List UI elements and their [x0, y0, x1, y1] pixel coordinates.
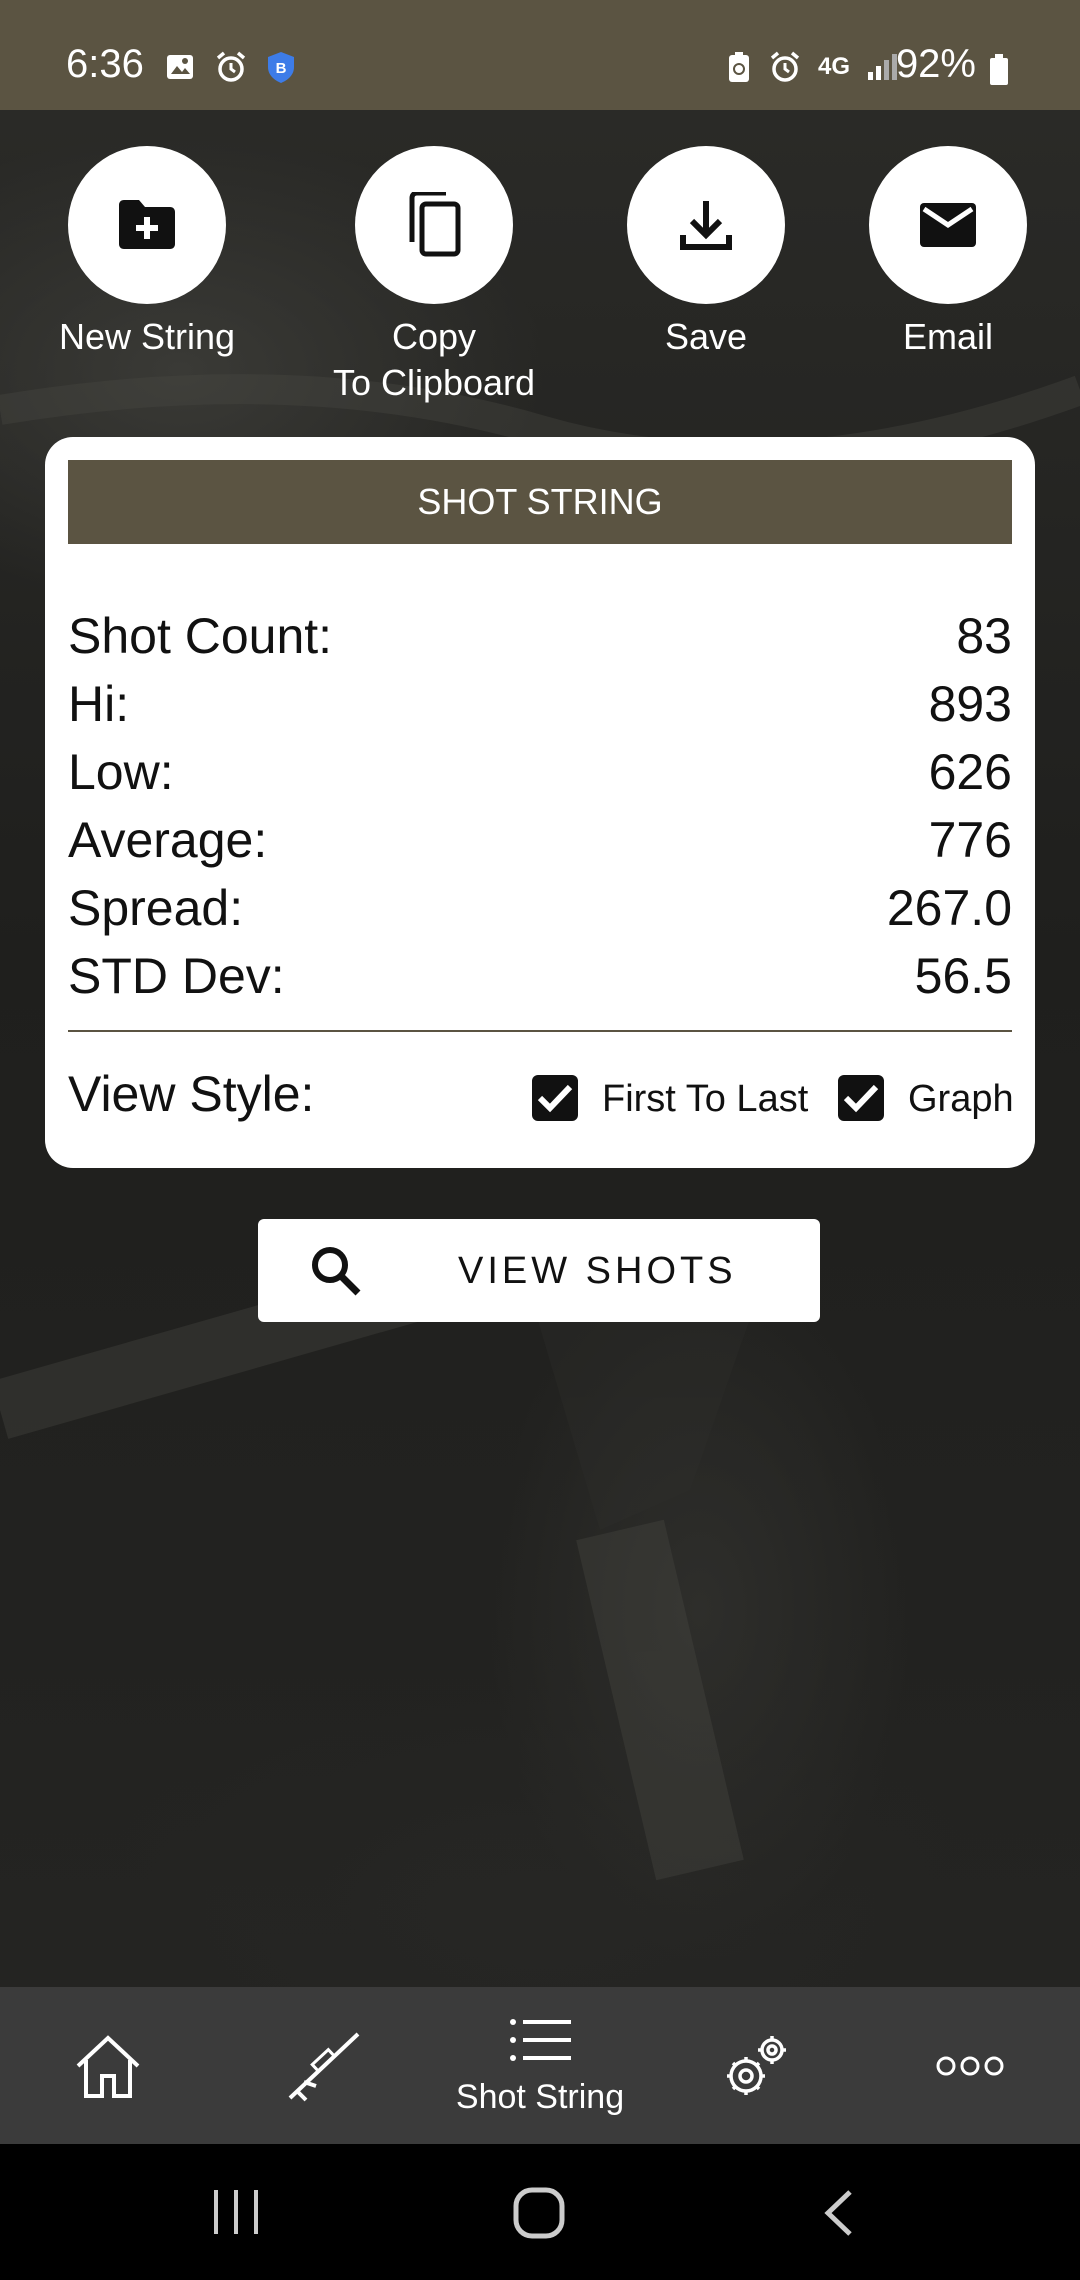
email-circle[interactable]	[869, 146, 1027, 304]
stat-value: 83	[956, 608, 1012, 664]
stat-label: Average:	[68, 812, 268, 868]
stat-value: 893	[928, 676, 1012, 732]
nav-home[interactable]	[48, 1987, 168, 2144]
nav-rifle[interactable]	[264, 1987, 384, 2144]
network-type: 4G	[817, 53, 850, 80]
alarm-icon	[216, 51, 246, 82]
system-nav-bar	[0, 2144, 1080, 2280]
status-time: 6:36	[66, 42, 144, 86]
new-string-circle[interactable]	[68, 146, 226, 304]
search-icon	[312, 1247, 361, 1296]
stat-label: Shot Count:	[68, 608, 333, 664]
check-icon	[843, 1084, 879, 1113]
graph-label[interactable]: Graph	[908, 1078, 1014, 1121]
rifle-icon	[288, 2032, 360, 2101]
stat-label: Low:	[68, 744, 174, 800]
battery-percent: 92%	[895, 42, 976, 86]
shot-string-card: SHOT STRING Shot Count: 83 Hi: 893 Low: …	[45, 437, 1035, 1168]
stat-value: 776	[928, 812, 1012, 868]
copy-clipboard-circle[interactable]	[355, 146, 513, 304]
stat-row-shot-count: Shot Count: 83	[68, 602, 1012, 670]
battery-icon	[990, 54, 1008, 85]
first-to-last-checkbox[interactable]	[532, 1075, 578, 1121]
more-icon	[936, 2056, 1004, 2075]
back-icon[interactable]	[820, 2188, 856, 2238]
nav-settings[interactable]	[696, 1987, 816, 2144]
stat-row-hi: Hi: 893	[68, 670, 1012, 738]
copy-clipboard-label: Copy To Clipboard	[332, 316, 536, 403]
nav-shot-string[interactable]: Shot String	[430, 1987, 650, 2144]
card-header: SHOT STRING	[68, 460, 1012, 544]
nav-more[interactable]	[910, 1987, 1030, 2144]
recycle-battery-icon	[728, 52, 749, 82]
new-string-button[interactable]: New String	[47, 146, 247, 360]
save-circle[interactable]	[627, 146, 785, 304]
save-button[interactable]: Save	[606, 146, 806, 360]
stat-row-std-dev: STD Dev: 56.5	[68, 942, 1012, 1010]
first-to-last-label[interactable]: First To Last	[602, 1078, 808, 1121]
check-icon	[537, 1084, 573, 1113]
stat-row-low: Low: 626	[68, 738, 1012, 806]
email-icon	[920, 203, 976, 247]
stat-value: 626	[928, 744, 1012, 800]
stat-row-spread: Spread: 267.0	[68, 874, 1012, 942]
bottom-nav: Shot String	[0, 1987, 1080, 2144]
gears-icon	[727, 2035, 786, 2095]
svg-text:B: B	[276, 60, 287, 77]
stat-row-average: Average: 776	[68, 806, 1012, 874]
recent-apps-icon[interactable]	[210, 2188, 262, 2236]
stat-value: 56.5	[914, 948, 1012, 1004]
stat-value: 267.0	[886, 880, 1012, 936]
signal-icon	[868, 54, 897, 80]
view-shots-label: VIEW SHOTS	[458, 1250, 737, 1292]
shield-b-icon: B	[268, 52, 294, 83]
folder-plus-icon	[119, 200, 175, 249]
email-label: Email	[902, 316, 994, 357]
email-button[interactable]: Email	[848, 146, 1048, 360]
home-button-icon[interactable]	[512, 2186, 566, 2240]
card-divider	[68, 1030, 1012, 1032]
gallery-icon	[167, 55, 193, 79]
view-style-label: View Style:	[68, 1066, 315, 1122]
save-label: Save	[664, 316, 748, 357]
list-icon	[510, 2019, 571, 2061]
view-shots-button[interactable]: VIEW SHOTS	[258, 1219, 820, 1322]
stat-label: Spread:	[68, 880, 244, 936]
nav-shot-string-label: Shot String	[455, 2078, 625, 2116]
graph-checkbox[interactable]	[838, 1075, 884, 1121]
copy-icon	[409, 192, 461, 257]
alarm-icon-2	[770, 51, 800, 82]
download-icon	[680, 201, 732, 250]
stat-label: STD Dev:	[68, 948, 285, 1004]
copy-clipboard-button[interactable]: Copy To Clipboard	[314, 146, 554, 406]
stat-label: Hi:	[68, 676, 130, 732]
new-string-label: New String	[58, 316, 236, 357]
status-bar: 6:36 B 4G 92%	[0, 0, 1080, 110]
home-icon	[76, 2034, 140, 2098]
